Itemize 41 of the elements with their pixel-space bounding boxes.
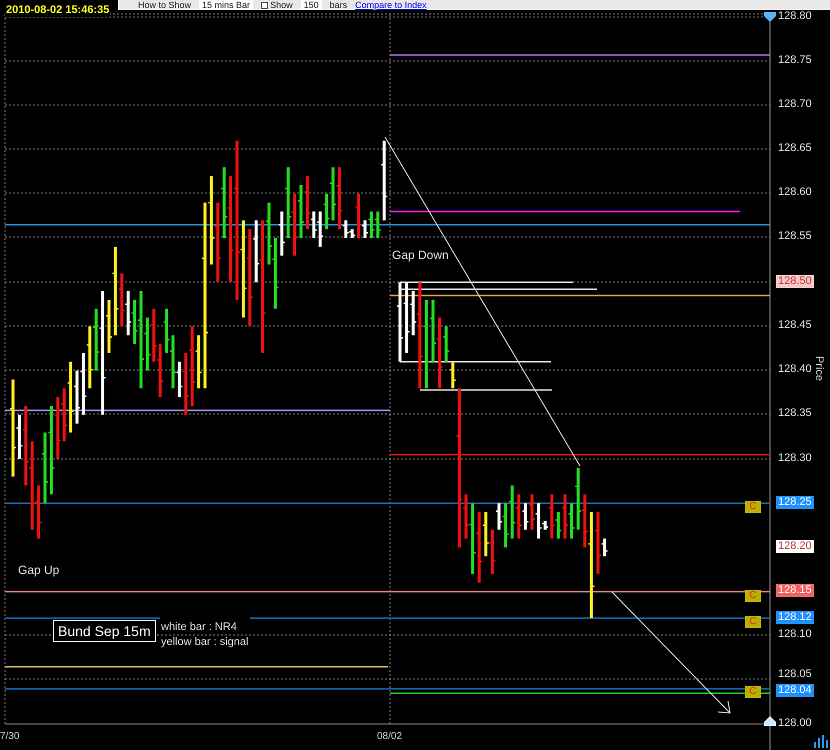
price-tick-label: 128.80 — [778, 10, 812, 23]
price-tick-label: 128.40 — [778, 363, 812, 376]
bottom-marker-icon — [764, 716, 776, 726]
price-badge: 128.12 — [776, 611, 814, 624]
price-badge: 128.50 — [776, 275, 814, 288]
price-tick-label: 128.10 — [778, 628, 812, 641]
price-tick-label: 128.45 — [778, 319, 812, 332]
price-badge: 128.15 — [776, 584, 814, 597]
price-tick-label: 128.60 — [778, 186, 812, 199]
price-axis-title: Price — [812, 356, 826, 382]
level-marker: C — [745, 686, 761, 698]
chart-annotation: Gap Down — [392, 248, 449, 262]
price-badge: 128.25 — [776, 496, 814, 509]
legend-text: yellow bar : signal — [161, 635, 248, 650]
price-tick-label: 128.00 — [778, 717, 812, 730]
bars-icon — [814, 735, 828, 748]
date-label: 7/30 — [0, 731, 20, 743]
chart-annotation: Gap Up — [18, 563, 60, 577]
price-tick-label: 128.70 — [778, 98, 812, 111]
how-to-show-label: How to Show — [138, 0, 192, 10]
show-checkbox[interactable]: Show — [261, 0, 293, 10]
compare-link[interactable]: Compare to Index — [355, 0, 427, 10]
interval-dropdown[interactable]: 15 mins Bar — [199, 0, 254, 10]
price-tick-label: 128.35 — [778, 407, 812, 420]
price-tick-label: 128.30 — [778, 452, 812, 465]
level-marker: C — [745, 616, 761, 628]
price-tick-label: 128.55 — [778, 230, 812, 243]
bar-count-field[interactable]: 150 — [300, 0, 322, 10]
level-marker: C — [745, 501, 761, 513]
price-tick-label: 128.05 — [778, 668, 812, 681]
price-tick-label: 128.65 — [778, 142, 812, 155]
price-tick-label: 128.75 — [778, 54, 812, 67]
timestamp: 2010-08-02 15:46:35 — [5, 3, 110, 17]
price-badge: 128.20 — [776, 540, 814, 553]
level-marker: C — [745, 590, 761, 602]
bars-label: bars — [330, 0, 348, 10]
price-badge: 128.04 — [776, 684, 814, 697]
legend-title: Bund Sep 15m — [53, 620, 156, 642]
legend-text: white bar : NR4 — [161, 620, 238, 635]
date-label: 08/02 — [377, 731, 402, 743]
top-marker-icon — [764, 12, 776, 22]
